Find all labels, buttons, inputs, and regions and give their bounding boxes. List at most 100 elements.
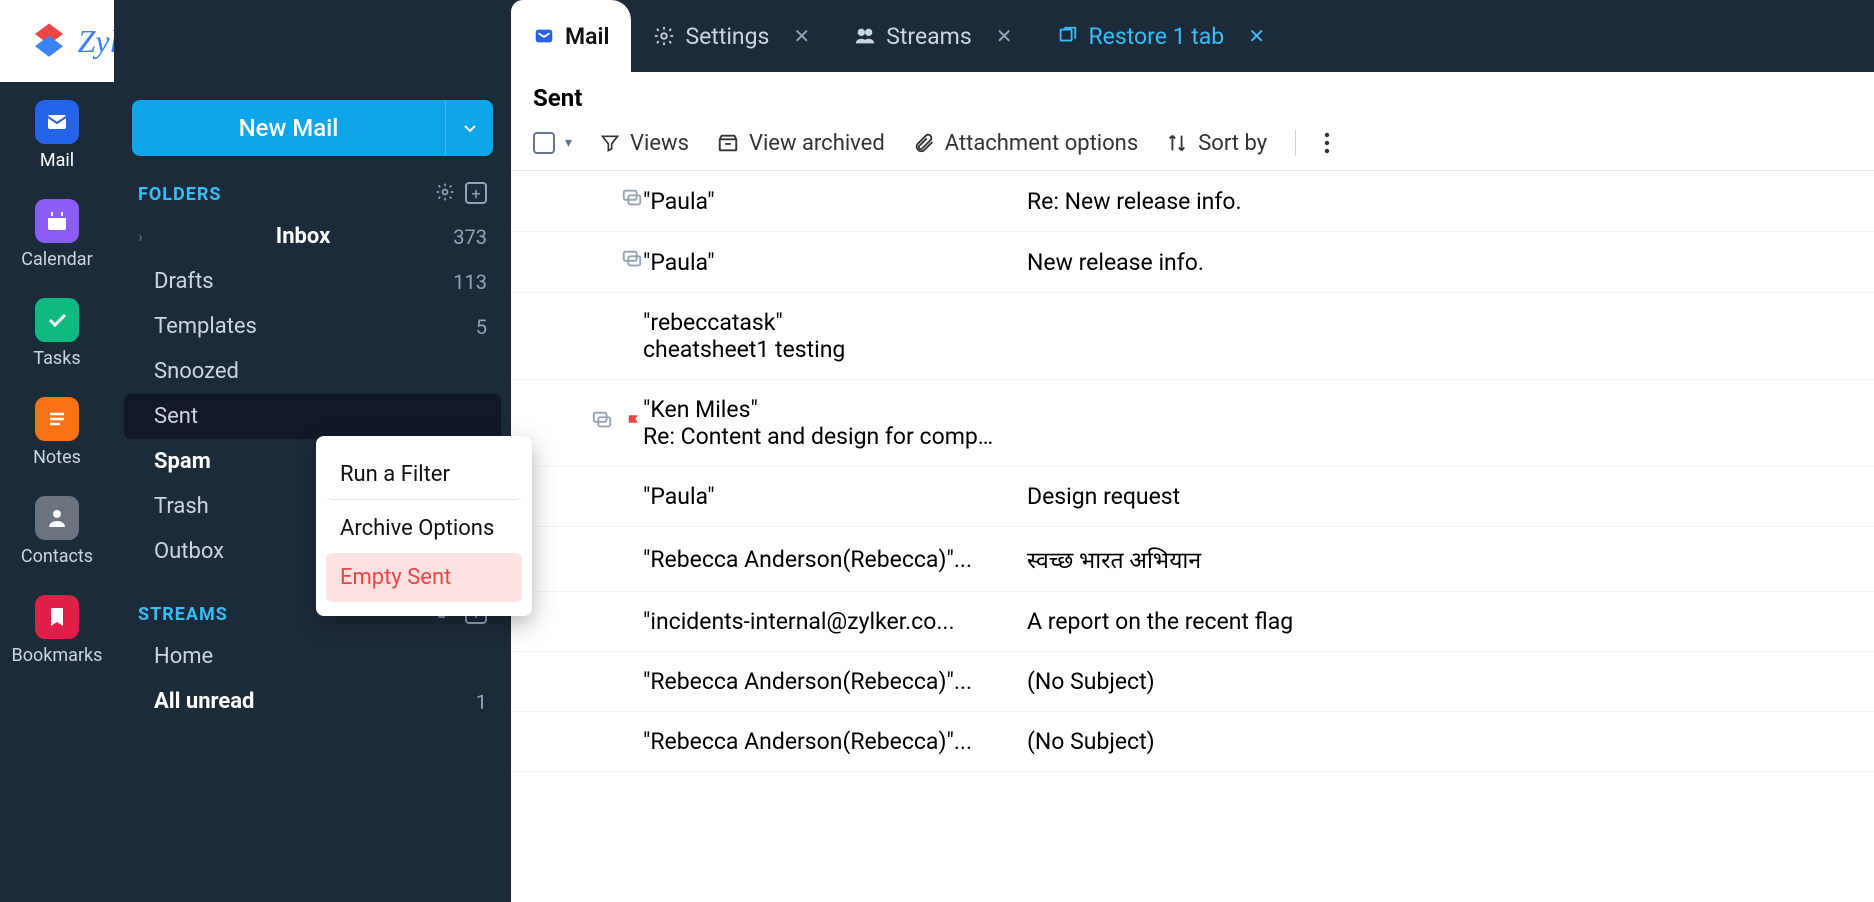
rail-item-contacts[interactable]: Contacts (21, 496, 93, 567)
stream-count: 1 (476, 690, 487, 714)
flag-icon (625, 410, 643, 437)
mail-row[interactable]: "Paula"New release info. (511, 232, 1874, 293)
conversation-icon (591, 409, 613, 437)
folder-name: Templates (154, 314, 257, 339)
mail-row[interactable]: "incidents-internal@zylker.co...A report… (511, 592, 1874, 652)
new-mail-dropdown[interactable] (445, 100, 493, 156)
select-all-checkbox[interactable]: ▾ (533, 132, 572, 154)
main-panel: Mail Settings ✕ Streams ✕ Restore 1 tab ✕ Sent… (511, 0, 1874, 902)
mail-from: "Ken Miles"Re: Content and design for co… (643, 396, 1003, 450)
tab-bar: Mail Settings ✕ Streams ✕ Restore 1 tab ✕ (511, 0, 1874, 72)
sort-by-label: Sort by (1198, 131, 1267, 156)
mail-from: "Rebecca Anderson(Rebecca)"... (643, 668, 1003, 695)
bookmarks-icon (35, 595, 79, 639)
attachment-icon (913, 132, 935, 154)
tab-mail[interactable]: Mail (511, 0, 631, 72)
tab-label: Settings (685, 23, 769, 50)
tab-label: Streams (886, 23, 972, 50)
folder-item-templates[interactable]: Templates5 (114, 304, 511, 349)
rail-item-calendar[interactable]: Calendar (21, 199, 92, 270)
more-options-button[interactable] (1324, 132, 1330, 154)
toolbar-divider (1295, 130, 1296, 156)
rail-label: Mail (40, 150, 74, 171)
tab-streams[interactable]: Streams ✕ (832, 0, 1034, 72)
mail-row[interactable]: "rebeccatask"cheatsheet1 testing (511, 293, 1874, 380)
brand-logo-icon (28, 20, 70, 62)
folder-context-menu: Run a FilterArchive OptionsEmpty Sent (316, 436, 532, 616)
notes-icon (35, 397, 79, 441)
stream-name: Home (154, 644, 213, 669)
new-mail-button[interactable]: New Mail (132, 100, 445, 156)
add-folder-icon[interactable]: + (465, 182, 487, 204)
rail-label: Tasks (33, 348, 80, 369)
tab-label: Restore 1 tab (1088, 23, 1224, 50)
close-icon[interactable]: ✕ (1248, 24, 1265, 48)
folder-name: Spam (154, 449, 211, 474)
rail-label: Notes (33, 447, 81, 468)
kebab-icon (1324, 132, 1330, 154)
tasks-icon (35, 298, 79, 342)
folder-item-snoozed[interactable]: Snoozed (114, 349, 511, 394)
close-icon[interactable]: ✕ (996, 24, 1013, 48)
mail-subject: Re: New release info. (1027, 188, 1852, 215)
mail-row[interactable]: "Rebecca Anderson(Rebecca)"... (No Subjec… (511, 712, 1874, 772)
stream-item-home[interactable]: Home (114, 634, 511, 679)
folder-name: Outbox (154, 539, 224, 564)
folder-name: Snoozed (154, 359, 239, 384)
conversation-icon (621, 248, 643, 276)
tab-label: Mail (565, 23, 609, 50)
folder-count: 373 (453, 225, 487, 249)
mail-from: "Rebecca Anderson(Rebecca)"... (643, 546, 1003, 573)
folder-name: Trash (154, 494, 209, 519)
mail-toolbar: ▾ Views View archived Attachment options… (511, 122, 1874, 171)
mail-from: "incidents-internal@zylker.co... (643, 608, 1003, 635)
mail-subject: cheatsheet1 testing (643, 336, 1003, 363)
rail-label: Calendar (21, 249, 92, 270)
mail-row[interactable]: "Paula" Re: New release info. (511, 171, 1874, 232)
rail-item-tasks[interactable]: Tasks (33, 298, 80, 369)
page-title: Sent (511, 72, 1874, 122)
mail-subject: (No Subject) (1027, 728, 1852, 755)
tab-settings[interactable]: Settings ✕ (631, 0, 832, 72)
folder-name: Drafts (154, 269, 214, 294)
folder-item-inbox[interactable]: ›Inbox373 (114, 214, 511, 259)
mail-subject: Re: Content and design for comparison pa… (643, 423, 1003, 450)
attachment-options-button[interactable]: Attachment options (913, 131, 1138, 156)
folders-section-header: FOLDERS + (114, 174, 511, 214)
sort-icon (1166, 132, 1188, 154)
mail-from: "Rebecca Anderson(Rebecca)"... (643, 728, 1003, 755)
rail-label: Contacts (21, 546, 93, 567)
stream-name: All unread (154, 689, 254, 714)
restore-icon (1056, 25, 1078, 47)
folder-item-sent[interactable]: Sent (124, 394, 501, 439)
mail-from: "Paula" (643, 188, 1003, 215)
close-icon[interactable]: ✕ (793, 24, 810, 48)
folder-settings-icon[interactable] (435, 182, 455, 206)
folder-name: Sent (154, 404, 198, 429)
rail-item-bookmarks[interactable]: Bookmarks (12, 595, 103, 666)
rail-item-notes[interactable]: Notes (33, 397, 81, 468)
folder-item-drafts[interactable]: Drafts 113 (114, 259, 511, 304)
app-rail: Mail Calendar Tasks Notes Contacts Bookmarks (0, 0, 114, 902)
view-archived-button[interactable]: View archived (717, 131, 885, 156)
stream-item-all-unread[interactable]: All unread 1 (114, 679, 511, 724)
streams-title: STREAMS (138, 604, 228, 625)
views-button[interactable]: Views (600, 131, 689, 156)
mail-from: "rebeccatask"cheatsheet1 testing (643, 309, 1003, 363)
context-menu-item[interactable]: Run a Filter (326, 450, 522, 500)
contacts-icon (35, 496, 79, 540)
rail-item-mail[interactable]: Mail (35, 100, 79, 171)
context-menu-item[interactable]: Empty Sent (326, 553, 522, 602)
mail-subject: New release info. (1027, 249, 1852, 276)
mail-row[interactable]: "Ken Miles"Re: Content and design for co… (511, 380, 1874, 467)
archive-icon (717, 132, 739, 154)
context-menu-item[interactable]: Archive Options (326, 504, 522, 553)
rail-label: Bookmarks (12, 645, 103, 666)
sort-by-button[interactable]: Sort by (1166, 131, 1267, 156)
folder-count: 113 (453, 270, 487, 294)
mail-row[interactable]: "Rebecca Anderson(Rebecca)"...स्वच्छ भार… (511, 527, 1874, 592)
mail-row[interactable]: "Rebecca Anderson(Rebecca)"...(No Subjec… (511, 652, 1874, 712)
tab-restore-1-tab[interactable]: Restore 1 tab ✕ (1034, 0, 1287, 72)
chevron-down-icon (462, 120, 478, 136)
mail-row[interactable]: "Paula"Design request (511, 467, 1874, 527)
